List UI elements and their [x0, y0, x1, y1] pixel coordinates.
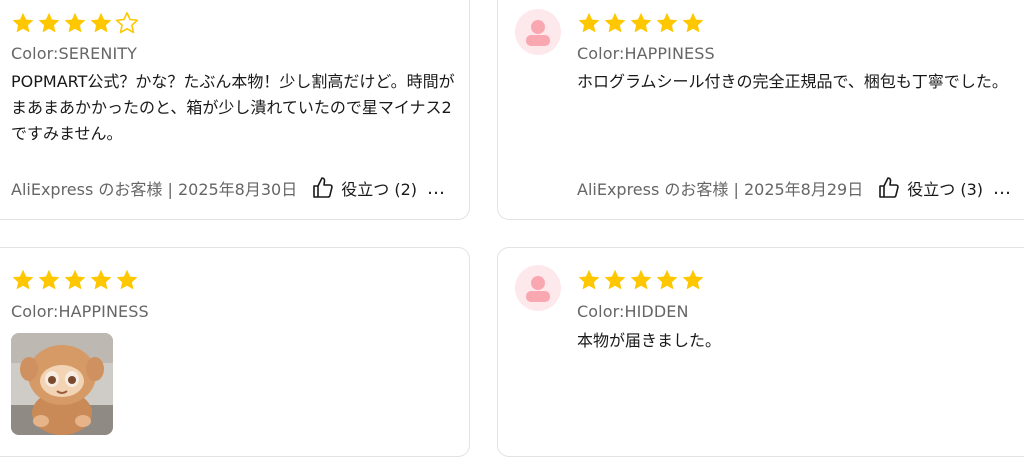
star-filled-icon	[682, 269, 704, 290]
user-avatar	[515, 9, 561, 55]
user-avatar	[515, 265, 561, 311]
review-meta: AliExpress のお客様 | 2025年8月30日	[11, 180, 298, 199]
star-filled-icon	[12, 12, 34, 33]
star-rating	[11, 268, 139, 292]
review-card: Color:HAPPINESS	[0, 247, 470, 457]
star-filled-icon	[38, 269, 60, 290]
star-filled-icon	[630, 269, 652, 290]
helpful-button[interactable]: 役立つ (3)	[877, 176, 983, 200]
helpful-label: 役立つ (3)	[907, 180, 983, 199]
star-filled-icon	[656, 12, 678, 33]
review-card: Color:HAPPINESS ホログラムシール付きの完全正規品で、梱包も丁寧で…	[497, 0, 1024, 220]
star-filled-icon	[64, 269, 86, 290]
review-color-variant: Color:HAPPINESS	[11, 302, 149, 321]
review-card: Color:SERENITY POPMART公式？かな？たぶん本物！少し割高だけ…	[0, 0, 470, 220]
thumbs-up-icon	[313, 177, 333, 198]
star-filled-icon	[116, 269, 138, 290]
thumbs-up-icon	[879, 177, 899, 198]
star-rating	[577, 11, 705, 35]
star-filled-icon	[12, 269, 34, 290]
helpful-label: 役立つ (2)	[341, 180, 417, 199]
review-meta: AliExpress のお客様 | 2025年8月29日	[577, 180, 864, 199]
star-filled-icon	[604, 12, 626, 33]
star-filled-icon	[630, 12, 652, 33]
star-filled-icon	[64, 12, 86, 33]
plush-doll-image	[11, 333, 113, 435]
review-footer: AliExpress のお客様 | 2025年8月29日 役立つ (3) …	[577, 176, 1012, 200]
star-rating	[11, 11, 139, 35]
user-icon	[526, 20, 550, 46]
review-text: 本物が届きました。	[577, 331, 722, 350]
star-filled-icon	[578, 269, 600, 290]
star-filled-icon	[604, 269, 626, 290]
review-color-variant: Color:SERENITY	[11, 44, 138, 63]
star-rating	[577, 268, 705, 292]
star-filled-icon	[656, 269, 678, 290]
review-card: Color:HIDDEN 本物が届きました。	[497, 247, 1024, 457]
more-options-button[interactable]: …	[427, 178, 446, 199]
star-filled-icon	[682, 12, 704, 33]
user-icon	[526, 276, 550, 302]
star-empty-icon	[115, 12, 139, 34]
star-filled-icon	[578, 12, 600, 33]
review-photo[interactable]	[11, 333, 113, 435]
review-text: POPMART公式？かな？たぶん本物！少し割高だけど。時間がまあまあかかったのと…	[11, 72, 455, 143]
star-filled-icon	[90, 12, 112, 33]
review-text: ホログラムシール付きの完全正規品で、梱包も丁寧でした。	[577, 72, 1008, 91]
helpful-button[interactable]: 役立つ (2)	[311, 176, 417, 200]
more-options-button[interactable]: …	[993, 178, 1012, 199]
review-color-variant: Color:HAPPINESS	[577, 44, 715, 63]
star-filled-icon	[90, 269, 112, 290]
review-footer: AliExpress のお客様 | 2025年8月30日 役立つ (2) …	[11, 176, 446, 200]
star-filled-icon	[38, 12, 60, 33]
review-color-variant: Color:HIDDEN	[577, 302, 689, 321]
